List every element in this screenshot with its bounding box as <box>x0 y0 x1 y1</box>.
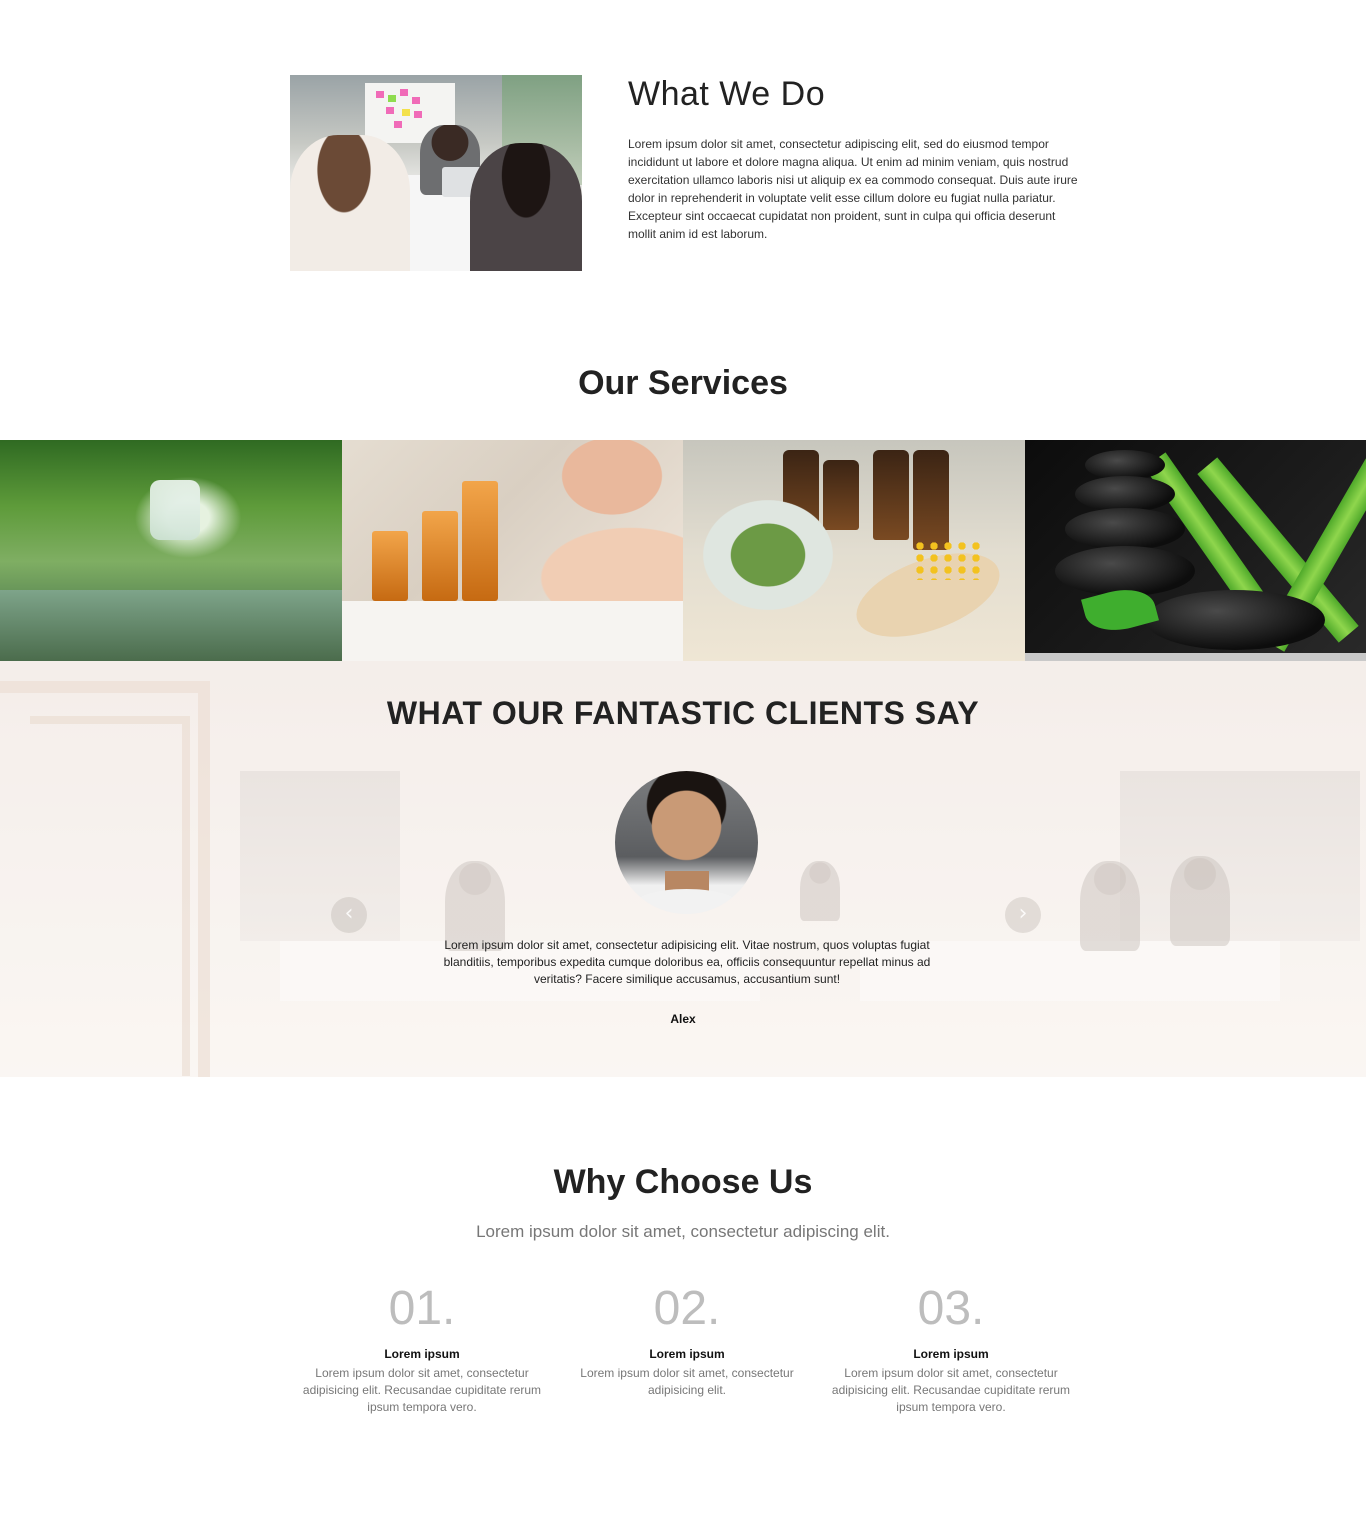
carousel-next-button[interactable]: › <box>1005 897 1041 933</box>
why-item-text: Lorem ipsum dolor sit amet, consectetur … <box>831 1366 1071 1414</box>
testimonials-title: WHAT OUR FANTASTIC CLIENTS SAY <box>386 695 980 731</box>
chevron-right-icon: › <box>1018 901 1028 926</box>
why-item-text: Lorem ipsum dolor sit amet, consectetur … <box>302 1366 542 1414</box>
carousel-prev-button[interactable]: ‹ <box>331 897 367 933</box>
why-item: 03. Lorem ipsum Lorem ipsum dolor sit am… <box>826 1283 1076 1416</box>
chevron-left-icon: ‹ <box>344 901 354 926</box>
why-item: 02. Lorem ipsum Lorem ipsum dolor sit am… <box>562 1283 812 1399</box>
why-item-number: 03. <box>917 1282 985 1335</box>
what-we-do-section: What We Do Lorem ipsum dolor sit amet, c… <box>290 75 1090 271</box>
why-item: 01. Lorem ipsum Lorem ipsum dolor sit am… <box>297 1283 547 1416</box>
why-item-heading: Lorem ipsum <box>913 1347 989 1361</box>
what-we-do-text: Lorem ipsum dolor sit amet, consectetur … <box>628 137 1078 241</box>
why-item-text: Lorem ipsum dolor sit amet, consectetur … <box>580 1366 794 1397</box>
client-avatar <box>615 771 758 914</box>
why-item-number: 02. <box>653 1282 721 1335</box>
testimonials-section: WHAT OUR FANTASTIC CLIENTS SAY ‹ › Lorem… <box>0 661 1366 1077</box>
why-item-heading: Lorem ipsum <box>649 1347 725 1361</box>
services-title: Our Services <box>578 364 788 402</box>
service-image-herbal-medicine[interactable] <box>683 440 1025 661</box>
why-choose-us-title: Why Choose Us <box>553 1163 813 1201</box>
why-choose-us-subtitle: Lorem ipsum dolor sit amet, consectetur … <box>476 1222 890 1241</box>
service-image-spa-stones[interactable] <box>1024 440 1366 661</box>
why-item-number: 01. <box>388 1282 456 1335</box>
service-image-facial-massage[interactable] <box>341 440 683 661</box>
why-item-heading: Lorem ipsum <box>384 1347 460 1361</box>
service-image-waterfall[interactable] <box>0 440 342 661</box>
meeting-photo <box>290 75 582 271</box>
testimonial-quote: Lorem ipsum dolor sit amet, consectetur … <box>443 938 931 986</box>
services-gallery <box>0 440 1366 661</box>
what-we-do-title: What We Do <box>628 75 826 113</box>
testimonial-author: Alex <box>670 1012 696 1026</box>
